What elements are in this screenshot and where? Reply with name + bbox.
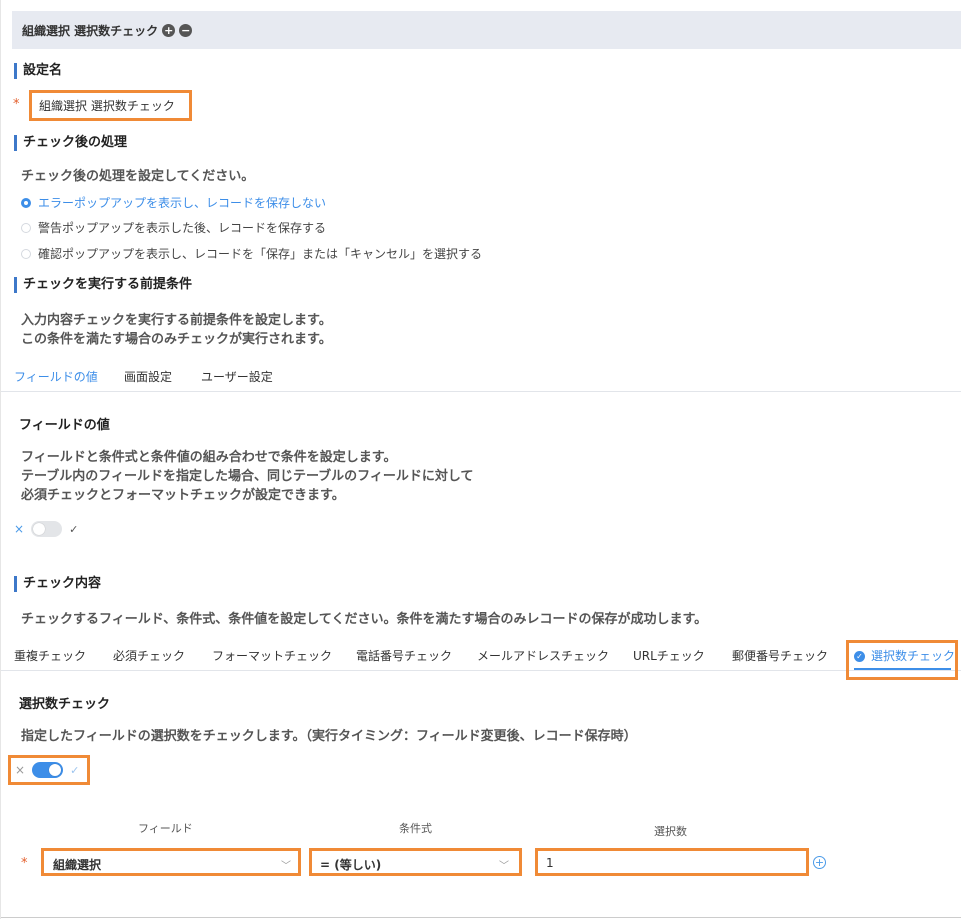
- toggle-switch[interactable]: [32, 762, 64, 778]
- check-content-description: チェックするフィールド、条件式、条件値を設定してください。条件を満たす場合のみレ…: [21, 612, 708, 627]
- required-mark: *: [13, 97, 20, 112]
- count-input-highlight: [535, 848, 809, 876]
- radio-option-confirm[interactable]: 確認ポップアップを表示し、レコードを「保存」または「キャンセル」を選択する: [21, 245, 482, 262]
- tab-duplicate-check[interactable]: 重複チェック: [14, 647, 86, 664]
- header-bar: 組織選択 選択数チェック + −: [12, 11, 961, 49]
- field-value-title: フィールドの値: [19, 418, 110, 433]
- chevron-down-icon[interactable]: ﹀: [281, 857, 291, 872]
- toggle-on-icon: ✓: [70, 763, 80, 777]
- radio-option-warning[interactable]: 警告ポップアップを表示した後、レコードを保存する: [21, 219, 326, 236]
- field-select[interactable]: 組織選択: [53, 856, 101, 873]
- add-circle-icon[interactable]: +: [162, 23, 176, 37]
- column-header-condition: 条件式: [399, 822, 432, 835]
- toggle-on-icon: ✓: [69, 522, 79, 536]
- precondition-title: チェックを実行する前提条件: [14, 277, 192, 293]
- tab-postal-check[interactable]: 郵便番号チェック: [732, 647, 828, 664]
- radio-unselected-icon[interactable]: [21, 222, 31, 233]
- tab-user-settings[interactable]: ユーザー設定: [201, 368, 273, 385]
- toggle-knob: [49, 764, 62, 776]
- setting-name-title: 設定名: [14, 63, 62, 79]
- required-mark: *: [21, 856, 28, 871]
- selection-count-description: 指定したフィールドの選択数をチェックします。（実行タイミング：フィールド変更後、…: [21, 729, 637, 744]
- condition-select[interactable]: = (等しい): [320, 856, 381, 873]
- header-title: 組織選択 選択数チェック: [22, 23, 159, 38]
- radio-unselected-icon[interactable]: [21, 248, 31, 259]
- tab-screen-settings[interactable]: 画面設定: [124, 368, 172, 385]
- tab-field-value[interactable]: フィールドの値: [14, 368, 98, 385]
- field-value-line1: フィールドと条件式と条件値の組み合わせで条件を設定します。: [21, 450, 397, 465]
- field-value-line2: テーブル内のフィールドを指定した場合、同じテーブルのフィールドに対して: [21, 469, 474, 484]
- field-value-line3: 必須チェックとフォーマットチェックが設定できます。: [21, 488, 345, 503]
- toggle-knob: [33, 523, 46, 535]
- selection-count-title: 選択数チェック: [19, 697, 111, 712]
- count-input[interactable]: 1: [546, 856, 554, 870]
- radio-option-label: 警告ポップアップを表示した後、レコードを保存する: [38, 221, 327, 235]
- settings-page: 組織選択 選択数チェック + − 設定名 * 組織選択 選択数チェック チェック…: [0, 0, 961, 919]
- selection-count-toggle[interactable]: × ✓: [15, 762, 79, 778]
- column-header-count: 選択数: [654, 825, 687, 838]
- toggle-off-icon: ×: [14, 522, 25, 536]
- setting-name-input[interactable]: 組織選択 選択数チェック: [39, 97, 175, 114]
- column-header-field: フィールド: [138, 822, 193, 835]
- check-type-tabs: 重複チェック 必須チェック フォーマットチェック 電話番号チェック メールアドレ…: [1, 640, 961, 671]
- after-check-description: チェック後の処理を設定してください。: [21, 169, 255, 184]
- radio-option-error[interactable]: エラーポップアップを表示し、レコードを保存しない: [21, 194, 326, 211]
- precondition-description-line2: この条件を満たす場合のみチェックが実行されます。: [21, 332, 332, 347]
- precondition-description-line1: 入力内容チェックを実行する前提条件を設定します。: [21, 313, 332, 328]
- toggle-switch[interactable]: [31, 521, 63, 537]
- radio-option-label: エラーポップアップを表示し、レコードを保存しない: [38, 196, 327, 210]
- radio-selected-icon[interactable]: [21, 197, 31, 208]
- precondition-tabs: フィールドの値 画面設定 ユーザー設定: [1, 360, 961, 392]
- tab-phone-check[interactable]: 電話番号チェック: [356, 647, 452, 664]
- toggle-off-icon: ×: [15, 763, 26, 777]
- tab-format-check[interactable]: フォーマットチェック: [212, 647, 332, 664]
- chevron-down-icon[interactable]: ﹀: [499, 857, 509, 872]
- tab-url-check[interactable]: URLチェック: [633, 647, 705, 664]
- selection-count-tab-highlight: [846, 640, 958, 680]
- add-row-icon[interactable]: +: [813, 856, 826, 869]
- radio-option-label: 確認ポップアップを表示し、レコードを「保存」または「キャンセル」を選択する: [38, 247, 483, 261]
- after-check-title: チェック後の処理: [14, 135, 127, 151]
- check-content-title: チェック内容: [14, 576, 101, 592]
- bottom-divider: [1, 917, 961, 918]
- tab-email-check[interactable]: メールアドレスチェック: [477, 647, 609, 664]
- precondition-toggle[interactable]: × ✓: [14, 521, 78, 537]
- remove-circle-icon[interactable]: −: [179, 23, 193, 37]
- tab-required-check[interactable]: 必須チェック: [113, 647, 185, 664]
